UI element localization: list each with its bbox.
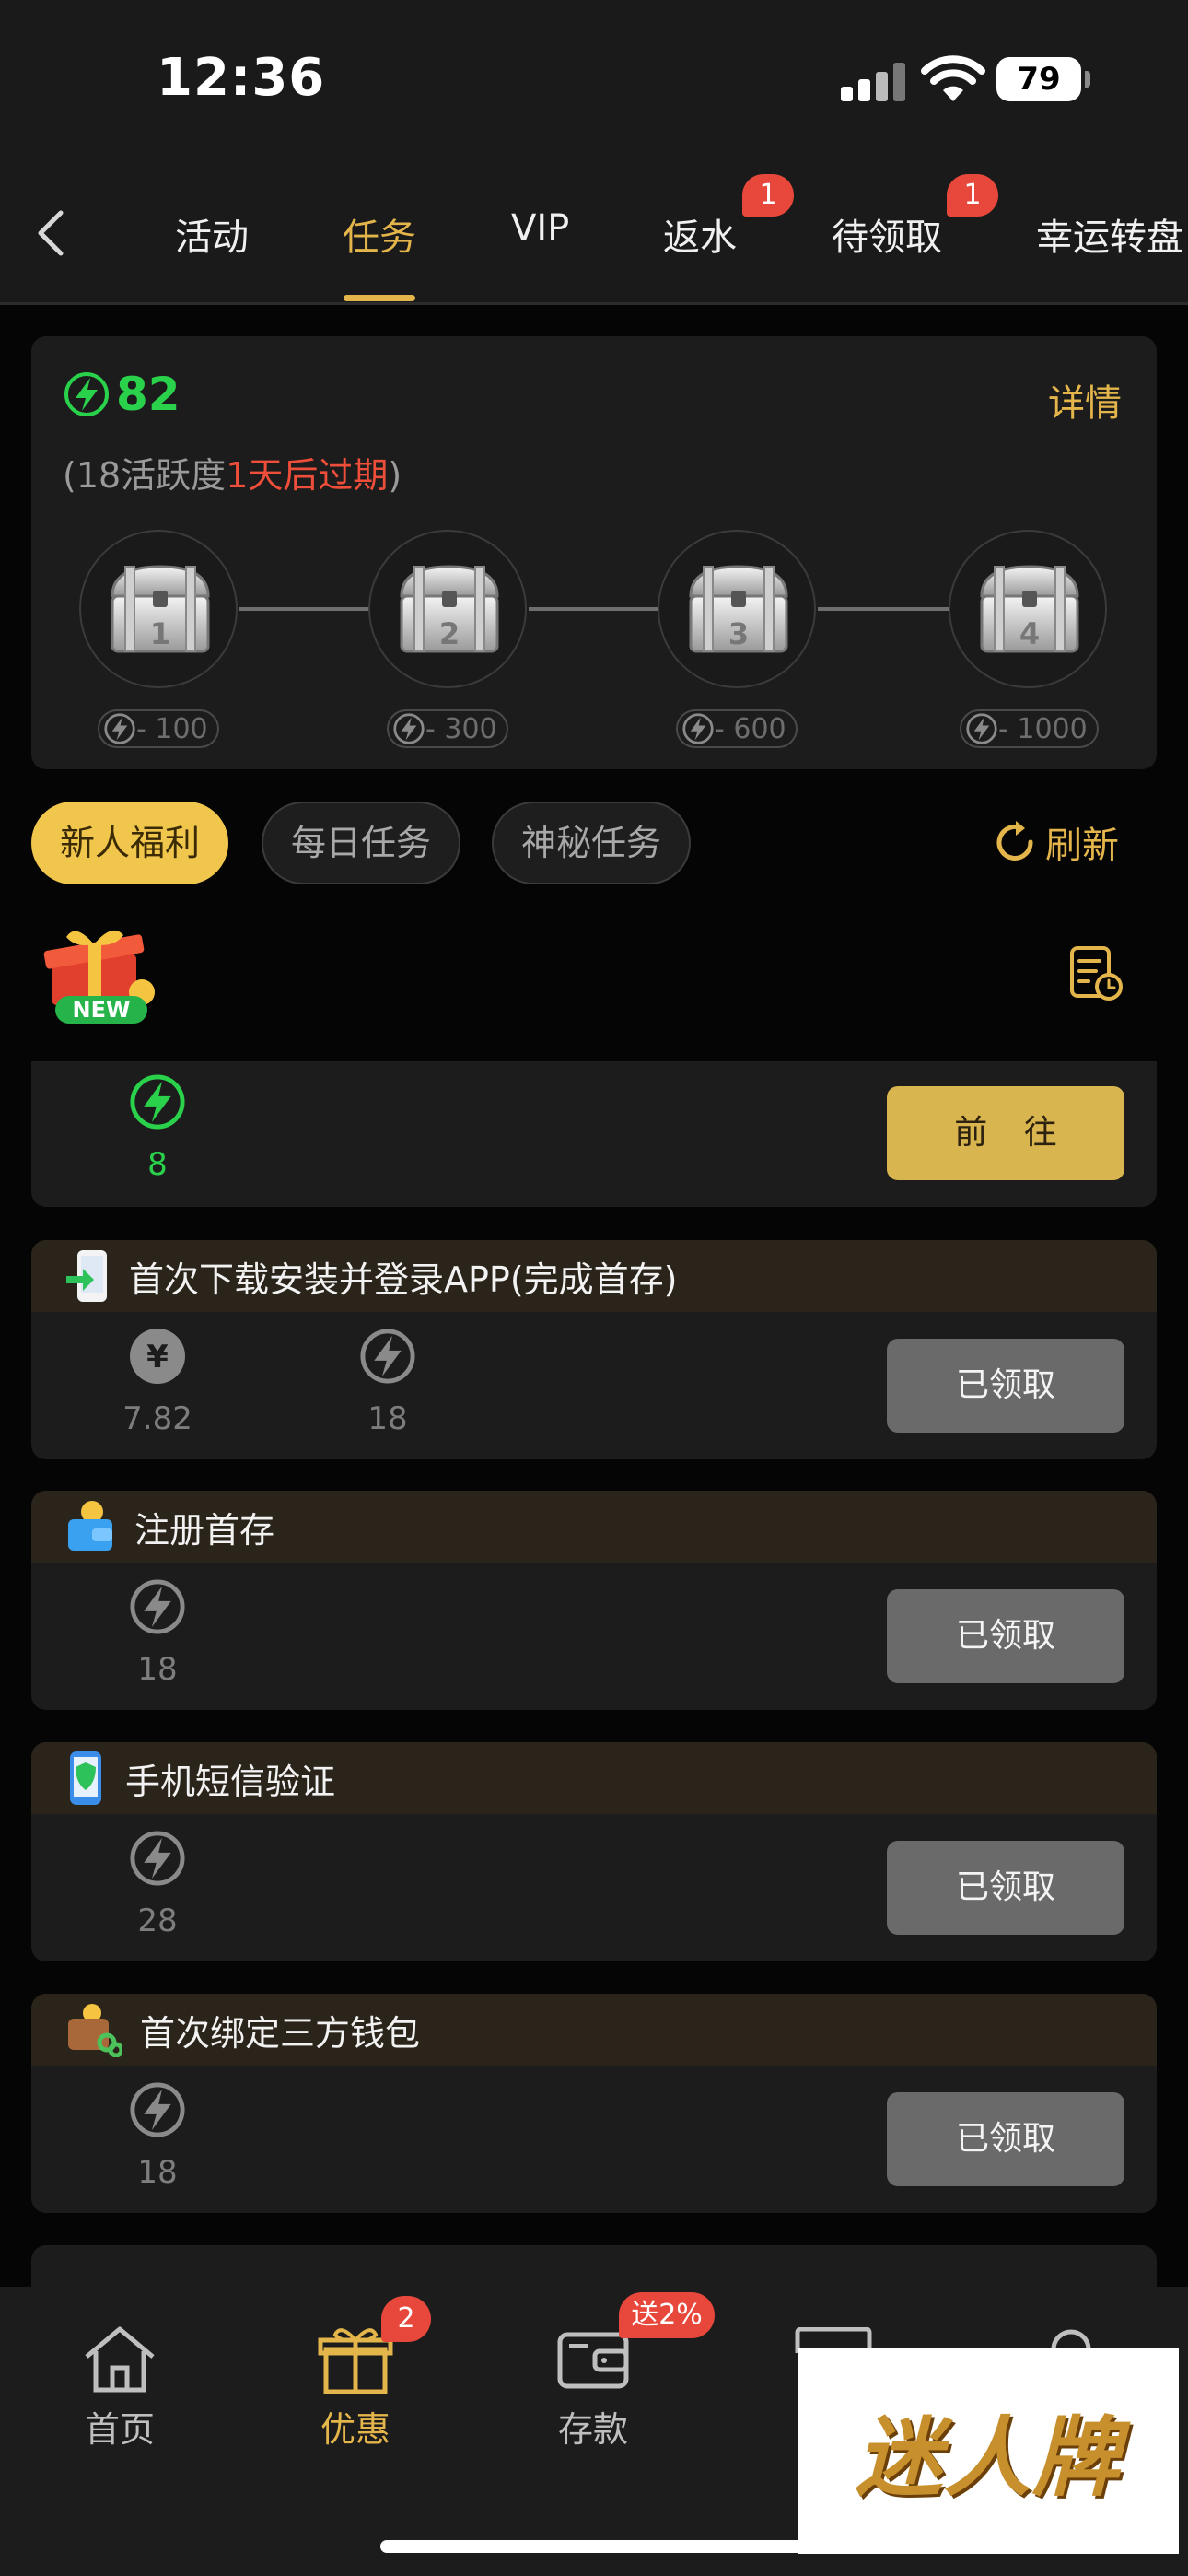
top-tab-bar: 活动 任务 VIP 返水 1 待领取 1 幸运转盘 bbox=[0, 161, 1188, 305]
refresh-icon bbox=[996, 821, 1033, 861]
task-card: 首次下载安装并登录APP(完成首存) ¥ 7.82 18 已领取 bbox=[31, 1240, 1157, 1459]
tab-vip[interactable]: VIP bbox=[511, 207, 569, 250]
treasure-chest-4[interactable]: 4 bbox=[949, 530, 1107, 688]
task-card: 注册首存 18 已领取 bbox=[31, 1491, 1157, 1710]
claimed-button[interactable]: 已领取 bbox=[887, 1841, 1124, 1935]
tab-rebate[interactable]: 返水 bbox=[663, 207, 737, 261]
task-header: 手机短信验证 bbox=[31, 1742, 1157, 1814]
filter-daily-tasks[interactable]: 每日任务 bbox=[262, 802, 460, 884]
tab-lucky-wheel[interactable]: 幸运转盘 bbox=[1036, 207, 1183, 261]
task-header: 首次绑定三方钱包 bbox=[31, 1994, 1157, 2066]
task-card: 首次绑定三方钱包 18 已领取 bbox=[31, 1994, 1157, 2213]
bolt-gray-icon bbox=[358, 1327, 417, 1386]
task-card: 8 前 往 bbox=[31, 1061, 1157, 1207]
bolt-gray-icon bbox=[393, 713, 425, 744]
treasure-chest-3[interactable]: 3 bbox=[658, 530, 816, 688]
bolt-gray-icon bbox=[682, 713, 714, 744]
expiry-text: 1天后过期 bbox=[226, 455, 389, 496]
bolt-gray-icon bbox=[128, 1577, 187, 1636]
svg-text:¥: ¥ bbox=[146, 1339, 169, 1376]
treasure-chest-1[interactable]: 1 bbox=[79, 530, 238, 688]
wallet-link-icon bbox=[68, 2004, 122, 2057]
reward-points: 18 bbox=[337, 1327, 438, 1437]
reward-points: 28 bbox=[107, 1829, 208, 1939]
home-icon bbox=[85, 2326, 155, 2393]
bottom-tab-home[interactable]: 首页 bbox=[55, 2324, 184, 2452]
wifi-icon bbox=[921, 55, 985, 101]
yen-coin-icon: ¥ bbox=[130, 1329, 185, 1384]
details-link[interactable]: 详情 bbox=[1048, 373, 1122, 427]
reward-points: 18 bbox=[107, 1577, 208, 1688]
tab-tasks[interactable]: 任务 bbox=[343, 207, 416, 261]
refresh-label: 刷新 bbox=[1045, 825, 1119, 867]
go-button[interactable]: 前 往 bbox=[887, 1086, 1124, 1180]
bottom-tab-label: 首页 bbox=[84, 2409, 155, 2450]
promotions-badge: 2 bbox=[381, 2296, 431, 2342]
tab-pending[interactable]: 待领取 bbox=[832, 207, 942, 261]
task-title: 注册首存 bbox=[134, 1509, 275, 1551]
task-card: 手机短信验证 28 已领取 bbox=[31, 1742, 1157, 1961]
deposit-bonus-badge: 送2% bbox=[619, 2292, 715, 2338]
task-log-icon[interactable] bbox=[1068, 944, 1125, 1003]
bolt-green-icon bbox=[130, 1074, 185, 1130]
home-indicator bbox=[380, 2540, 808, 2553]
rebate-badge: 1 bbox=[742, 174, 794, 217]
back-chevron-icon[interactable] bbox=[28, 207, 74, 259]
chest-requirement: - 1000 bbox=[960, 709, 1099, 748]
task-title: 手机短信验证 bbox=[125, 1761, 336, 1802]
chest-requirement: - 100 bbox=[98, 709, 219, 748]
bolt-gray-icon bbox=[128, 1829, 187, 1888]
filter-mystery-tasks[interactable]: 神秘任务 bbox=[492, 802, 691, 884]
tab-activity[interactable]: 活动 bbox=[175, 207, 249, 261]
chest-requirement: - 300 bbox=[387, 709, 508, 748]
status-time: 12:36 bbox=[157, 48, 326, 108]
pending-badge: 1 bbox=[947, 174, 998, 217]
bolt-gray-icon bbox=[128, 2080, 187, 2139]
claimed-button[interactable]: 已领取 bbox=[887, 1589, 1124, 1683]
refresh-button[interactable]: 刷新 bbox=[990, 815, 1119, 869]
active-tab-indicator bbox=[344, 295, 415, 301]
expiry-note: (18活跃度1天后过期) bbox=[63, 455, 402, 496]
bolt-gray-icon bbox=[966, 713, 997, 744]
task-title: 首次绑定三方钱包 bbox=[140, 2012, 421, 2054]
treasure-chest-2[interactable]: 2 bbox=[368, 530, 527, 688]
task-header: 注册首存 bbox=[31, 1491, 1157, 1563]
new-gift-icon: NEW bbox=[43, 930, 155, 1024]
new-label: NEW bbox=[73, 997, 131, 1023]
task-header: 首次下载安装并登录APP(完成首存) bbox=[31, 1240, 1157, 1312]
points-value: 82 bbox=[116, 368, 181, 421]
watermark-logo: 迷人牌 bbox=[798, 2348, 1179, 2554]
filter-newbie-benefits[interactable]: 新人福利 bbox=[31, 802, 228, 884]
activity-points: 82 bbox=[63, 368, 181, 421]
phone-shield-icon bbox=[70, 1751, 101, 1805]
reward-cash: ¥ 7.82 bbox=[107, 1327, 208, 1437]
status-bar: 12:36 79 bbox=[0, 0, 1188, 161]
task-title: 首次下载安装并登录APP(完成首存) bbox=[129, 1259, 678, 1300]
bottom-tab-deposit[interactable]: 存款 bbox=[529, 2324, 658, 2452]
chest-requirement: - 600 bbox=[676, 709, 798, 748]
claimed-button[interactable]: 已领取 bbox=[887, 2092, 1124, 2186]
bottom-tab-label: 存款 bbox=[557, 2409, 628, 2450]
cellular-signal-icon bbox=[841, 63, 905, 101]
bottom-tab-promotions[interactable]: 优惠 bbox=[291, 2324, 420, 2452]
bolt-gray-icon bbox=[104, 713, 135, 744]
phone-download-icon bbox=[66, 1250, 107, 1302]
reward-points: 18 bbox=[107, 2080, 208, 2191]
wallet-coin-icon bbox=[68, 1501, 112, 1551]
activity-progress-card: 82 详情 (18活跃度1天后过期) 1 2 3 4 - 100 - 300 -… bbox=[31, 336, 1157, 769]
bottom-tab-label: 优惠 bbox=[320, 2409, 390, 2450]
battery-indicator: 79 bbox=[996, 57, 1090, 101]
bolt-green-icon bbox=[64, 372, 109, 416]
claimed-button[interactable]: 已领取 bbox=[887, 1339, 1124, 1433]
reward-points: 8 bbox=[107, 1072, 208, 1183]
